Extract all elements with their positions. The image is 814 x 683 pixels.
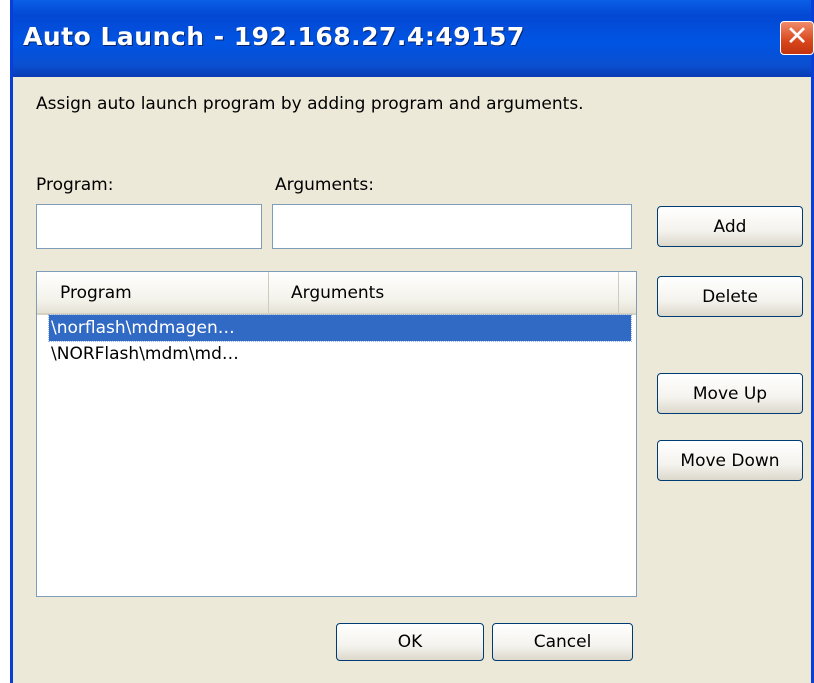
delete-button[interactable]: Delete xyxy=(657,276,803,317)
description-text: Assign auto launch program by adding pro… xyxy=(36,94,584,114)
ok-button[interactable]: OK xyxy=(336,623,484,661)
cancel-button[interactable]: Cancel xyxy=(492,623,633,661)
close-icon: ✕ xyxy=(785,21,809,52)
arguments-label: Arguments: xyxy=(275,175,374,195)
window-title: Auto Launch - 192.168.27.4:49157 xyxy=(23,22,525,51)
column-header-program[interactable]: Program xyxy=(37,272,269,313)
close-button[interactable]: ✕ xyxy=(780,21,814,55)
move-up-button[interactable]: Move Up xyxy=(657,373,803,414)
list-header: Program Arguments xyxy=(37,272,636,315)
list-item[interactable]: \norflash\mdmagen… xyxy=(48,314,632,342)
column-header-arguments[interactable]: Arguments xyxy=(269,272,619,313)
list-rows: \norflash\mdmagen… \NORFlash\mdm\md… xyxy=(37,314,636,367)
auto-launch-dialog: Auto Launch - 192.168.27.4:49157 ✕ Assig… xyxy=(10,0,814,683)
title-bar[interactable]: Auto Launch - 192.168.27.4:49157 ✕ xyxy=(13,0,814,77)
list-item-program: \NORFlash\mdm\md… xyxy=(51,344,239,364)
program-label: Program: xyxy=(36,175,114,195)
list-item[interactable]: \NORFlash\mdm\md… xyxy=(49,341,631,367)
move-down-button[interactable]: Move Down xyxy=(657,440,803,481)
add-button[interactable]: Add xyxy=(657,206,803,247)
program-input[interactable] xyxy=(36,204,262,249)
list-item-program: \norflash\mdmagen… xyxy=(51,318,235,338)
program-list[interactable]: Program Arguments \norflash\mdmagen… \NO… xyxy=(36,271,637,597)
arguments-input[interactable] xyxy=(272,204,632,249)
